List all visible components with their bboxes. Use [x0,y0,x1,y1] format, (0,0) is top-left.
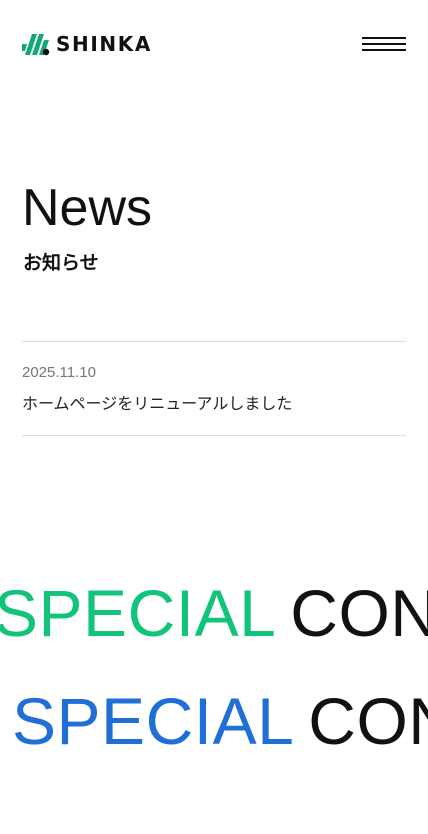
menu-line [362,43,406,45]
news-list: 2025.11.10 ホームページをリニューアルしました [22,341,406,436]
news-item[interactable]: 2025.11.10 ホームページをリニューアルしました [22,342,406,436]
section-title: News [22,179,153,237]
logo-wordmark: SHINKA [56,32,152,56]
marquee-word-special: SPECIAL [12,684,295,758]
site-logo[interactable]: SHINKA [22,31,152,57]
menu-line [362,49,406,51]
hamburger-menu-icon [362,37,406,39]
special-contents-marquee: SPECIALCONTENTS [0,575,428,655]
marquee-track: SPECIALCONTENTS [0,575,428,651]
marquee-word-special: SPECIAL [0,576,277,650]
site-header: SHINKA [0,0,428,90]
special-contents-marquee: SPECIALCONTENTS [0,683,428,763]
shinka-logo-icon [22,34,50,56]
section-subtitle: お知らせ [23,252,99,274]
news-headline: ホームページをリニューアルしました [22,394,293,413]
news-date: 2025.11.10 [22,364,96,381]
marquee-word-contents: CONTENTS [290,576,428,650]
marquee-word-contents: CONTENTS [308,684,428,758]
marquee-track: SPECIALCONTENTS [12,683,428,759]
hamburger-menu-button[interactable] [360,34,408,54]
